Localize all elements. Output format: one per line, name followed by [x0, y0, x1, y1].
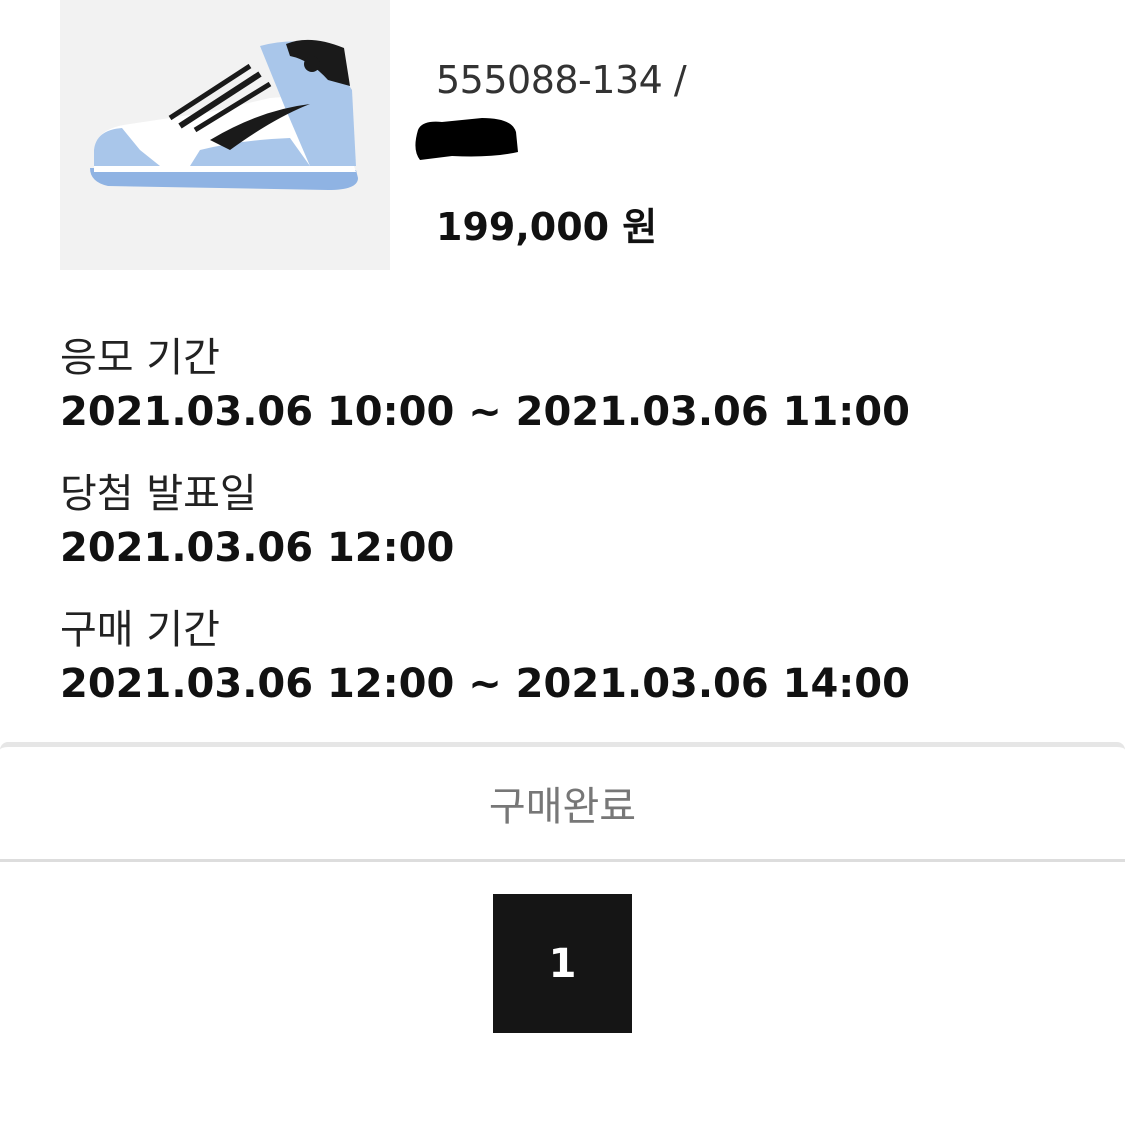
apply-period-value: 2021.03.06 10:00 ~ 2021.03.06 11:00 — [60, 389, 910, 435]
product-code: 555088-134 / — [436, 58, 687, 102]
winner-announcement-label: 당첨 발표일 — [60, 471, 257, 517]
purchase-status-label: 구매완료 — [488, 784, 637, 830]
sneaker-icon — [90, 39, 358, 190]
purchase-period-label: 구매 기간 — [60, 607, 220, 653]
product-thumbnail[interactable] — [60, 0, 390, 270]
pagination-page-button[interactable]: 1 — [493, 894, 632, 1033]
product-price: 199,000 원 — [436, 205, 658, 249]
redaction-mark — [415, 118, 518, 160]
winner-announcement: 당첨 발표일 2021.03.06 12:00 — [60, 470, 454, 572]
winner-announcement-value: 2021.03.06 12:00 — [60, 525, 455, 571]
raffle-entry-page: 555088-134 / 199,000 원 응모 기간 2021.03.06 … — [0, 0, 1125, 1126]
purchase-period-value: 2021.03.06 12:00 ~ 2021.03.06 14:00 — [60, 661, 910, 707]
purchase-period: 구매 기간 2021.03.06 12:00 ~ 2021.03.06 14:0… — [60, 606, 910, 708]
apply-period-label: 응모 기간 — [60, 335, 220, 381]
purchase-status-bar: 구매완료 — [0, 742, 1125, 862]
apply-period: 응모 기간 2021.03.06 10:00 ~ 2021.03.06 11:0… — [60, 334, 910, 436]
